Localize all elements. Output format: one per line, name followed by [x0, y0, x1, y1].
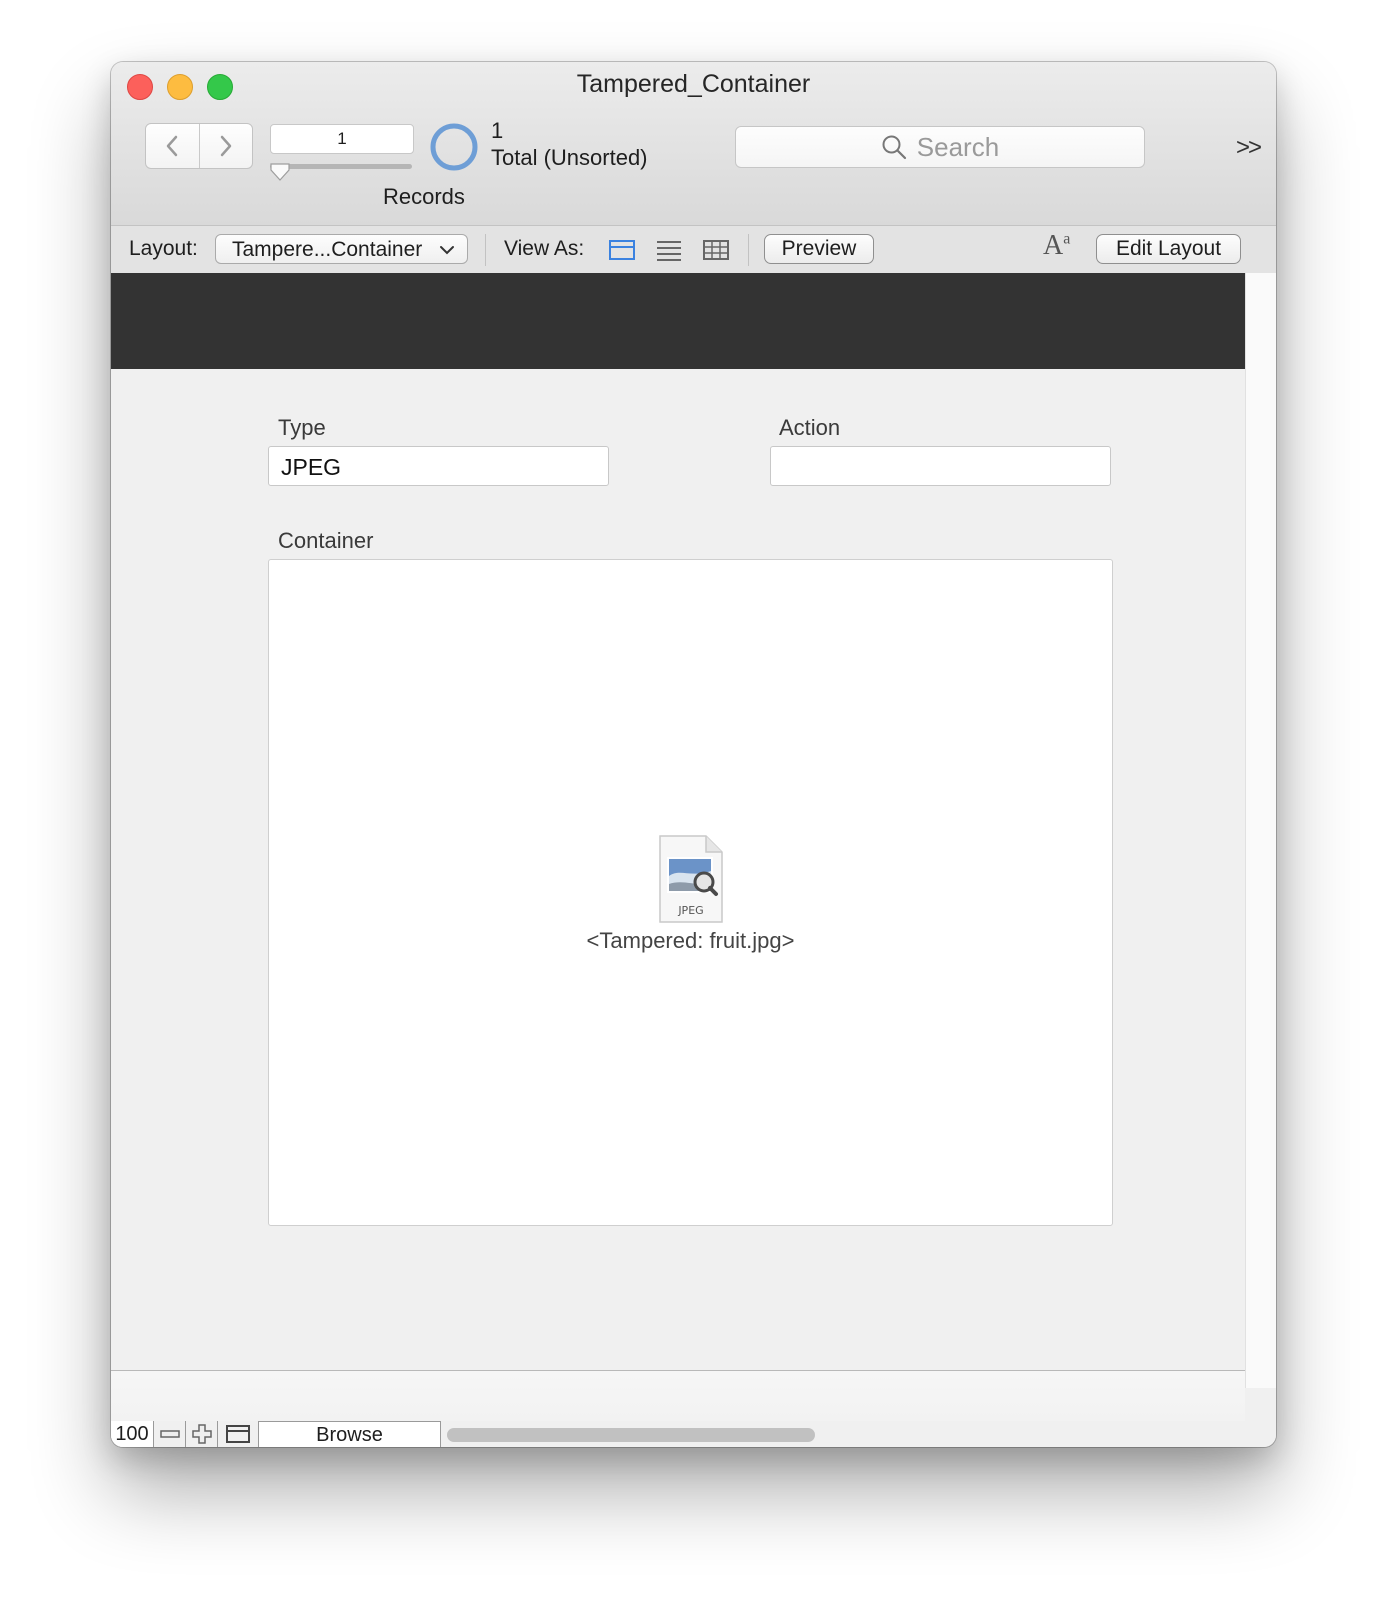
- container-label: Container: [278, 528, 374, 553]
- file-badge: JPEG: [677, 904, 703, 917]
- type-label: Type: [278, 415, 326, 440]
- found-set-pie-icon[interactable]: [429, 122, 479, 172]
- jpeg-file-icon: JPEG: [659, 835, 723, 923]
- layout-selector[interactable]: Tampere...Container: [215, 234, 468, 264]
- type-field[interactable]: JPEG: [268, 446, 609, 486]
- type-value: JPEG: [281, 454, 342, 480]
- chevron-right-icon: [220, 135, 231, 157]
- current-record-input[interactable]: 1: [270, 124, 414, 154]
- status-bar: 100 Browse: [111, 1421, 1276, 1447]
- view-as-label: View As:: [504, 237, 585, 260]
- list-view-icon[interactable]: [655, 239, 683, 261]
- record-slider[interactable]: [270, 164, 412, 169]
- mode-indicator[interactable]: Browse: [259, 1421, 441, 1447]
- layout-header: [111, 273, 1245, 369]
- horizontal-scrollbar-thumb[interactable]: [447, 1428, 815, 1442]
- next-record-button[interactable]: [198, 124, 253, 168]
- form-view-icon[interactable]: [608, 239, 636, 261]
- records-label: Records: [383, 184, 465, 209]
- toggle-status-toolbar-button[interactable]: [218, 1421, 259, 1447]
- container-file-caption: <Tampered: fruit.jpg>: [586, 928, 795, 953]
- search-icon: [882, 135, 906, 160]
- edit-layout-button[interactable]: Edit Layout: [1096, 234, 1241, 264]
- window-title: Tampered_Container: [576, 70, 811, 98]
- search-field[interactable]: Search: [735, 126, 1145, 168]
- chevron-left-icon: [167, 135, 178, 157]
- plus-icon: [191, 1424, 212, 1444]
- text-formatting-icon[interactable]: Aa: [1043, 230, 1070, 262]
- toolbar-overflow-button[interactable]: >>: [1236, 134, 1262, 162]
- layout-label: Layout:: [129, 237, 198, 260]
- title-bar: Tampered_Container 1 Records 1 Total (Un…: [111, 62, 1276, 225]
- text-formatting-superscript: a: [1063, 230, 1071, 248]
- layout-bar: Layout: Tampere...Container View As: Pre…: [111, 225, 1276, 275]
- container-field[interactable]: JPEG <Tampered: fruit.jpg>: [268, 559, 1113, 1226]
- record-slider-thumb[interactable]: [269, 162, 291, 182]
- preview-button[interactable]: Preview: [764, 234, 874, 264]
- window-toolbar-icon: [226, 1425, 250, 1443]
- app-window: Tampered_Container 1 Records 1 Total (Un…: [111, 62, 1276, 1447]
- previous-record-button[interactable]: [146, 124, 199, 168]
- minus-icon: [159, 1430, 180, 1438]
- action-label: Action: [779, 415, 841, 440]
- zoom-in-button[interactable]: [186, 1421, 218, 1447]
- toolbar-divider: [485, 234, 486, 266]
- layout-selector-value: Tampere...Container: [232, 238, 423, 261]
- toolbar-divider: [748, 234, 749, 266]
- action-field[interactable]: [770, 446, 1111, 486]
- found-count: 1: [491, 118, 504, 143]
- chevron-down-icon: [440, 246, 454, 255]
- text-formatting-glyph: A: [1043, 230, 1064, 261]
- zoom-out-button[interactable]: [154, 1421, 186, 1447]
- found-status: Total (Unsorted): [491, 145, 648, 170]
- layout-content: Type JPEG Action Container JPEG <Tampere…: [111, 273, 1245, 1370]
- search-placeholder: Search: [916, 131, 1000, 162]
- zoom-level[interactable]: 100: [111, 1421, 154, 1447]
- vertical-scrollbar[interactable]: [1245, 273, 1276, 1388]
- record-navigation: [145, 123, 253, 169]
- table-view-icon[interactable]: [702, 239, 730, 261]
